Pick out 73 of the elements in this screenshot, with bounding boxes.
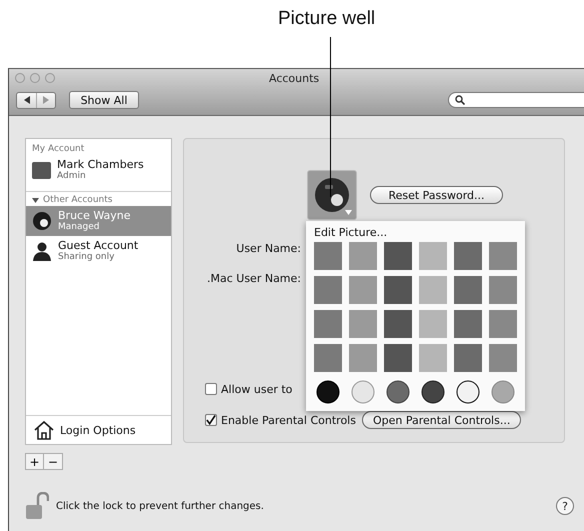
picture-thumbnail[interactable]	[419, 242, 447, 270]
close-button[interactable]	[15, 72, 25, 82]
forward-icon	[42, 96, 50, 104]
picture-thumbnail[interactable]	[489, 276, 517, 304]
section-header: My Account	[32, 144, 84, 154]
picture-thumbnail[interactable]	[419, 310, 447, 338]
picture-thumbnail[interactable]	[384, 344, 412, 372]
search-icon	[455, 95, 465, 105]
show-all-button[interactable]: Show All	[69, 91, 139, 109]
picture-thumbnail[interactable]	[384, 276, 412, 304]
edit-picture-item[interactable]: Edit Picture...	[314, 224, 517, 242]
picture-thumbnail[interactable]	[349, 276, 377, 304]
help-button[interactable]: ?	[556, 497, 574, 515]
caret-icon	[345, 210, 352, 215]
picture-thumbnail[interactable]	[489, 310, 517, 338]
picture-thumbnail[interactable]	[454, 242, 482, 270]
ball-thumbnail[interactable]	[454, 378, 482, 406]
search-field[interactable]	[448, 92, 584, 108]
picture-thumbnail[interactable]	[384, 310, 412, 338]
ball-thumbnail[interactable]	[314, 378, 342, 406]
account-item[interactable]: Mark Chambers Admin	[26, 155, 171, 185]
ball-thumbnail[interactable]	[489, 378, 517, 406]
picture-thumbnail[interactable]	[384, 242, 412, 270]
checkbox[interactable]	[205, 383, 217, 395]
minimize-button[interactable]	[30, 72, 40, 82]
ball-thumbnail[interactable]	[384, 378, 412, 406]
picture-thumbnail[interactable]	[314, 344, 342, 372]
picture-thumbnail[interactable]	[314, 242, 342, 270]
unlocked-padlock-icon	[25, 492, 49, 520]
account-name: Guest Account	[58, 240, 138, 252]
ball-icon	[32, 211, 52, 231]
avatar-photo-placeholder	[32, 162, 51, 178]
account-name: Mark Chambers	[57, 158, 144, 170]
account-role: Managed	[58, 222, 100, 232]
open-parental-controls-button[interactable]: Open Parental Controls...	[362, 411, 522, 429]
account-role: Sharing only	[58, 252, 116, 262]
account-name: Bruce Wayne	[58, 210, 131, 222]
checkbox-label: Allow user to	[221, 382, 292, 396]
picture-thumbnail[interactable]	[489, 242, 517, 270]
ball-icon	[313, 176, 351, 214]
person-icon	[32, 241, 52, 261]
ball-thumbnail[interactable]	[349, 378, 377, 406]
picture-thumbnail[interactable]	[314, 310, 342, 338]
callout-label: Picture well	[278, 8, 376, 29]
picture-thumbnail[interactable]	[419, 344, 447, 372]
picture-thumbnail[interactable]	[349, 310, 377, 338]
reset-password-button[interactable]: Reset Password...	[370, 186, 503, 204]
field-label: User Name:	[235, 242, 301, 254]
house-icon	[33, 420, 55, 440]
picture-thumbnail[interactable]	[349, 344, 377, 372]
picture-thumbnail[interactable]	[454, 276, 482, 304]
picture-thumbnail[interactable]	[349, 242, 377, 270]
field-label: .Mac User Name:	[206, 272, 301, 284]
account-item[interactable]: Guest Account Sharing only	[26, 236, 171, 266]
picture-thumbnail[interactable]	[489, 344, 517, 372]
ball-thumbnail[interactable]	[419, 378, 447, 406]
picture-thumbnail[interactable]	[314, 276, 342, 304]
section-header: Other Accounts	[43, 195, 112, 205]
picture-thumbnail[interactable]	[454, 310, 482, 338]
checkbox-label: Enable Parental Controls	[221, 414, 356, 426]
account-role: Admin	[57, 170, 87, 182]
picture-well[interactable]	[307, 170, 357, 220]
disclosure-triangle-icon[interactable]	[32, 196, 39, 204]
picture-thumbnail[interactable]	[419, 276, 447, 304]
login-options-item[interactable]: Login Options	[26, 415, 171, 444]
zoom-button[interactable]	[45, 72, 55, 82]
back-icon	[22, 96, 30, 104]
remove-account-button[interactable]: −	[44, 453, 63, 470]
window-title: Accounts	[269, 72, 320, 85]
add-account-button[interactable]: +	[25, 453, 44, 470]
picture-thumbnail[interactable]	[454, 344, 482, 372]
lock-message: Click the lock to prevent further changes.	[56, 500, 264, 512]
checkbox[interactable]	[205, 414, 217, 426]
